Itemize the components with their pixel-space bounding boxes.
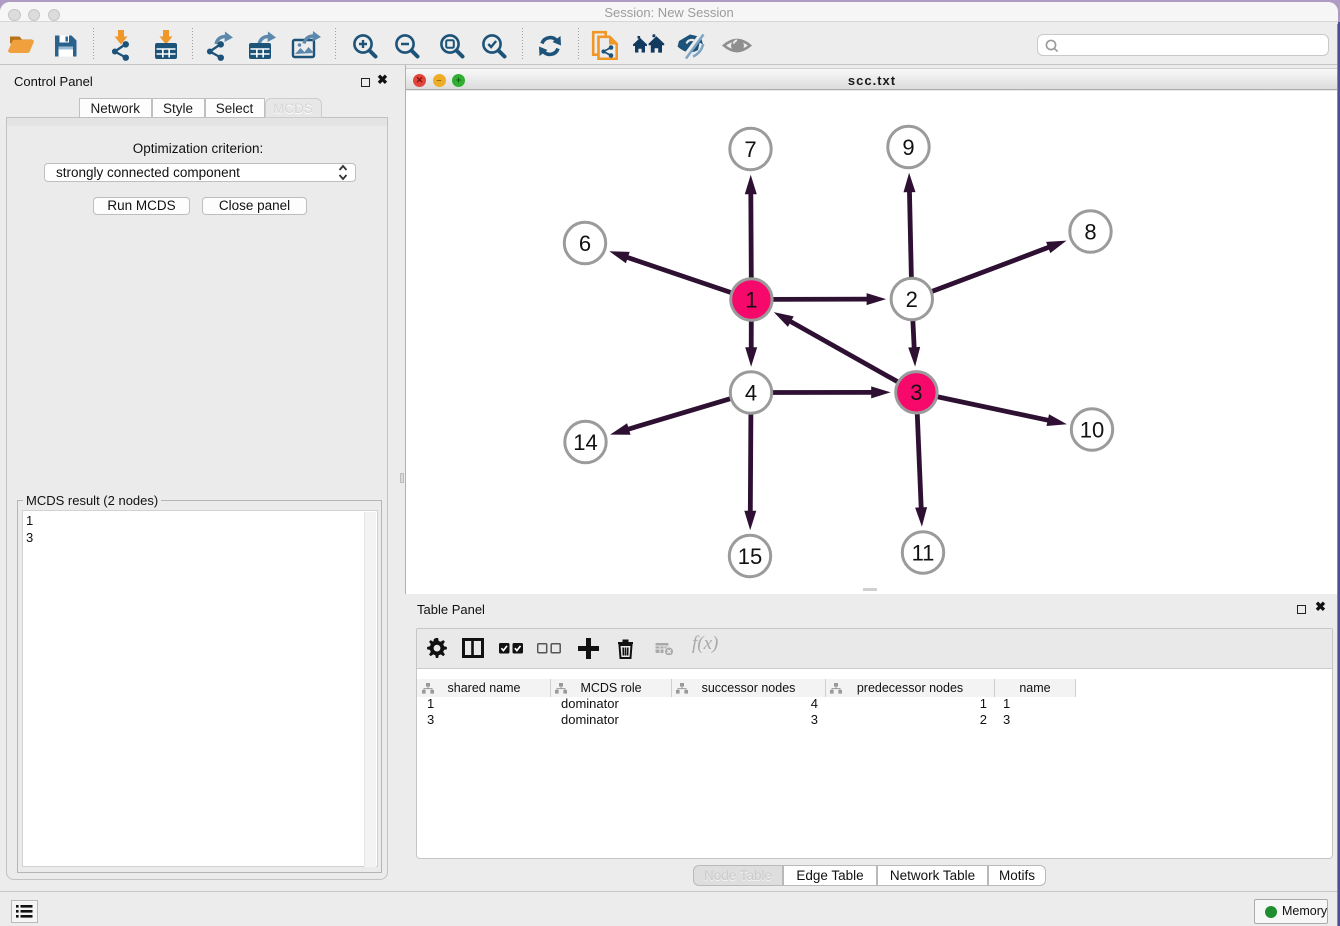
svg-text:11: 11 [912, 540, 935, 565]
svg-text:6: 6 [579, 231, 591, 256]
svg-text:10: 10 [1080, 417, 1104, 442]
svg-text:1: 1 [745, 287, 757, 312]
svg-text:15: 15 [738, 544, 762, 569]
svg-text:14: 14 [573, 430, 597, 455]
svg-text:2: 2 [906, 287, 918, 312]
svg-text:3: 3 [910, 380, 922, 405]
svg-text:9: 9 [902, 135, 914, 160]
svg-text:8: 8 [1084, 219, 1096, 244]
svg-text:4: 4 [745, 380, 757, 405]
svg-text:7: 7 [744, 137, 756, 162]
